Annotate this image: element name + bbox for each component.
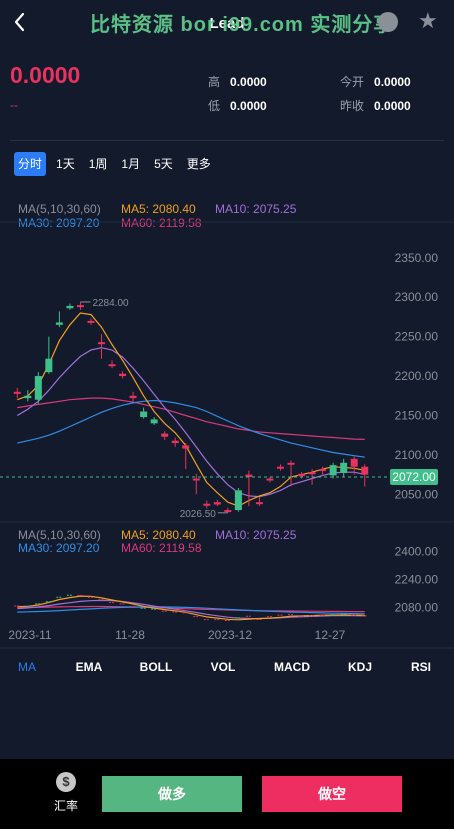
ma10-line: [16, 347, 365, 498]
candle-body: [13, 391, 21, 394]
y-tick-label: 2150.00: [395, 408, 439, 422]
candle-body: [329, 465, 337, 476]
candle-body: [277, 466, 284, 469]
ma60-line: [17, 397, 365, 440]
candle-body: [340, 462, 348, 474]
candle-body: [45, 358, 53, 373]
candle-body: [108, 364, 116, 367]
candle-body: [55, 322, 63, 325]
tab-indicator-ma[interactable]: MA: [18, 660, 36, 674]
candle-body: [361, 466, 369, 475]
high-marker-label: 2284.00: [92, 298, 129, 309]
tab-indicator-vol[interactable]: VOL: [211, 660, 236, 674]
tab-indicator-rsi[interactable]: RSI: [411, 660, 431, 674]
low-marker-label: 2026.50: [180, 509, 217, 520]
x-axis-label: 2023-12: [208, 628, 252, 642]
last-price-label: 2072.00: [392, 470, 436, 484]
candle-body: [224, 510, 232, 513]
candle-body: [98, 342, 105, 345]
candle-body: [182, 445, 190, 449]
y-tick-label: 2050.00: [395, 487, 439, 501]
candle-body: [140, 411, 148, 418]
candle-body: [266, 478, 274, 481]
go-long-button[interactable]: 做多: [102, 776, 242, 812]
dollar-icon[interactable]: $: [56, 772, 76, 792]
candle-body: [308, 472, 316, 475]
sub-y-tick-label: 2080.00: [395, 601, 439, 615]
sub-y-tick-label: 2400.00: [395, 545, 439, 559]
y-tick-label: 2250.00: [395, 330, 439, 344]
candle-body: [255, 502, 263, 505]
candle-body: [76, 305, 84, 308]
y-tick-label: 2100.00: [395, 448, 439, 462]
tab-indicator-boll[interactable]: BOLL: [140, 660, 173, 674]
candle-body: [213, 502, 221, 505]
candle-body: [171, 440, 179, 444]
candle-body: [298, 473, 306, 477]
go-short-button[interactable]: 做空: [262, 776, 402, 812]
kline-chart[interactable]: 2350.00 2300.00 2250.00 2200.00 2150.00 2100.…: [0, 0, 454, 650]
sub-y-tick-label: 2240.00: [395, 573, 439, 587]
sub-ma30-line: [17, 606, 365, 615]
x-axis-label: 12-27: [315, 628, 346, 642]
candle-body: [350, 458, 358, 467]
candle-body: [203, 503, 211, 506]
candle-body: [24, 395, 32, 399]
y-tick-label: 2350.00: [395, 251, 439, 265]
y-tick-label: 2300.00: [395, 290, 439, 304]
rate-label[interactable]: 汇率: [50, 797, 82, 814]
candle-body: [319, 469, 327, 472]
candle-body: [87, 320, 95, 323]
candle-body: [119, 373, 127, 377]
candle-body: [234, 490, 242, 511]
candle-body: [161, 433, 169, 437]
candle-body: [129, 395, 137, 399]
ma30-line: [17, 399, 365, 458]
candle-body: [192, 478, 200, 481]
tab-indicator-macd[interactable]: MACD: [274, 660, 310, 674]
candle-body: [66, 305, 74, 309]
tab-indicator-kdj[interactable]: KDJ: [348, 660, 372, 674]
x-axis-label: 11-28: [115, 628, 145, 642]
x-axis-label: 2023-11: [8, 628, 51, 642]
candle-body: [150, 419, 158, 424]
candle-body: [287, 462, 295, 465]
indicator-tabs: MA EMA BOLL VOL MACD KDJ RSI: [0, 660, 454, 682]
tab-indicator-ema[interactable]: EMA: [76, 660, 103, 674]
y-tick-label: 2200.00: [395, 369, 439, 383]
candle-body: [34, 376, 42, 400]
